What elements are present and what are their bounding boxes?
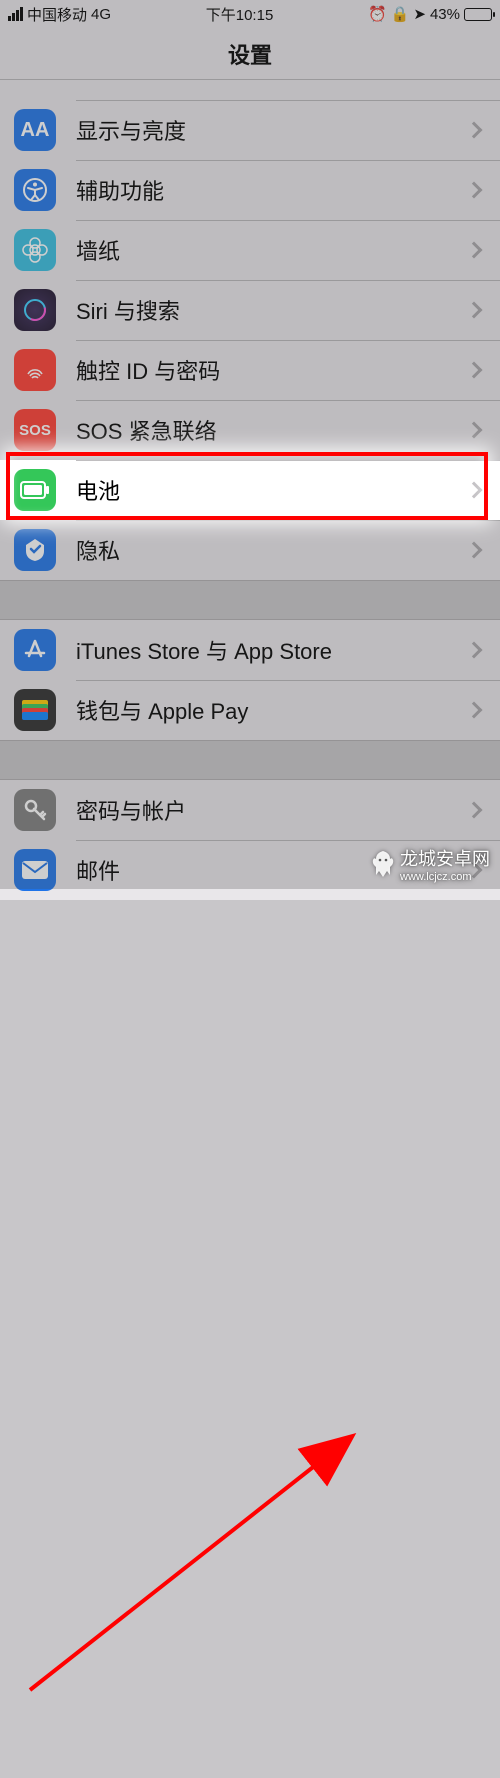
list-item-passwords[interactable]: 密码与帐户 [0, 780, 500, 840]
touchid-icon [14, 349, 56, 391]
chevron-right-icon [466, 422, 483, 439]
list-label: 隐私 [76, 534, 468, 566]
sos-icon: SOS [14, 409, 56, 451]
privacy-icon [14, 529, 56, 571]
list-item-wallet[interactable]: 钱包与 Apple Pay [0, 680, 500, 740]
watermark-brand: 龙城安卓网 [400, 845, 490, 871]
chevron-right-icon [466, 482, 483, 499]
list-item-itunes[interactable]: iTunes Store 与 App Store [0, 620, 500, 680]
status-left: 中国移动 4G [8, 4, 111, 25]
wallpaper-icon [14, 229, 56, 271]
annotation-arrow [0, 900, 500, 1778]
battery-pct: 43% [430, 6, 460, 23]
list-item-partial[interactable] [0, 80, 500, 100]
group-separator [0, 580, 500, 620]
list-label: 钱包与 Apple Pay [76, 694, 468, 726]
accessibility-icon [14, 169, 56, 211]
list-label: 触控 ID 与密码 [76, 354, 468, 386]
appstore-icon [14, 629, 56, 671]
status-time: 下午10:15 [206, 4, 274, 25]
chevron-right-icon [466, 542, 483, 559]
watermark-icon [370, 849, 396, 879]
watermark-url: www.lcjcz.com [400, 871, 490, 883]
signal-icon [8, 7, 23, 21]
lock-icon: 🔒 [391, 5, 410, 23]
list-label: 墙纸 [76, 234, 468, 266]
battery-icon [464, 8, 492, 21]
chevron-right-icon [466, 642, 483, 659]
chevron-right-icon [466, 122, 483, 139]
list-label: SOS 紧急联络 [76, 414, 468, 446]
list-label: 电池 [76, 474, 468, 506]
location-icon: ➤ [413, 5, 426, 23]
settings-list[interactable]: AA 显示与亮度 辅助功能 墙纸 Siri 与搜索 触控 ID 与密码 SOS … [0, 80, 500, 900]
status-bar: 中国移动 4G 下午10:15 ⏰ 🔒 ➤ 43% [0, 0, 500, 28]
list-item-touchid[interactable]: 触控 ID 与密码 [0, 340, 500, 400]
list-label: Siri 与搜索 [76, 294, 468, 326]
wallet-icon [14, 689, 56, 731]
chevron-right-icon [466, 242, 483, 259]
list-item-wallpaper[interactable]: 墙纸 [0, 220, 500, 280]
siri-icon [14, 289, 56, 331]
chevron-right-icon [466, 702, 483, 719]
chevron-right-icon [466, 182, 483, 199]
list-item-battery[interactable]: 电池 [0, 460, 500, 520]
list-label: 密码与帐户 [76, 794, 468, 826]
carrier-label: 中国移动 [27, 4, 87, 25]
key-icon [14, 789, 56, 831]
page-title: 设置 [0, 28, 500, 80]
list-item-display[interactable]: AA 显示与亮度 [0, 100, 500, 160]
list-item-sos[interactable]: SOS SOS 紧急联络 [0, 400, 500, 460]
list-item-accessibility[interactable]: 辅助功能 [0, 160, 500, 220]
chevron-right-icon [466, 302, 483, 319]
network-label: 4G [91, 6, 111, 23]
list-item-siri[interactable]: Siri 与搜索 [0, 280, 500, 340]
display-icon: AA [14, 109, 56, 151]
list-label: iTunes Store 与 App Store [76, 634, 468, 666]
watermark: 龙城安卓网 www.lcjcz.com [370, 845, 490, 883]
chevron-right-icon [466, 362, 483, 379]
status-right: ⏰ 🔒 ➤ 43% [368, 5, 492, 23]
battery-row-icon [14, 469, 56, 511]
group-separator [0, 740, 500, 780]
list-item-privacy[interactable]: 隐私 [0, 520, 500, 580]
mail-icon [14, 849, 56, 891]
list-label: 辅助功能 [76, 174, 468, 206]
alarm-icon: ⏰ [368, 5, 387, 23]
chevron-right-icon [466, 802, 483, 819]
list-label: 显示与亮度 [76, 114, 468, 146]
